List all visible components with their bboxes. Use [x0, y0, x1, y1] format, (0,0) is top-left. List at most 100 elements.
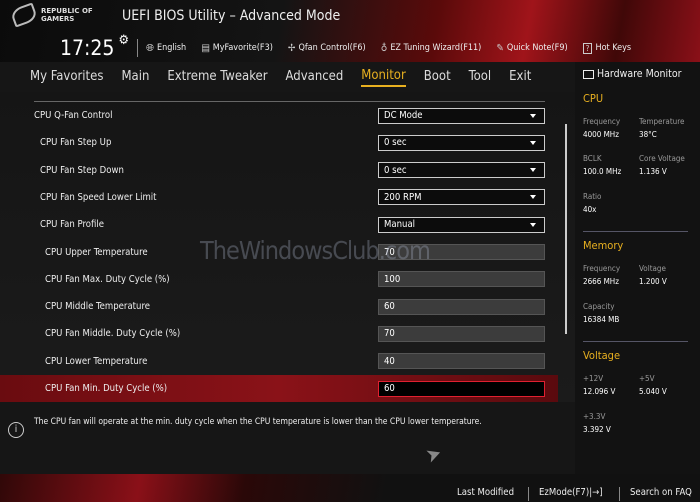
- clock: 17:25: [60, 36, 115, 60]
- label: Qfan Control(F6): [298, 43, 366, 53]
- cpu-temperature-label: Temperature: [639, 117, 685, 126]
- title: Hardware Monitor: [597, 68, 682, 80]
- question-icon: ?: [582, 42, 593, 54]
- info-icon: i: [8, 422, 24, 438]
- setting-value: 100: [384, 273, 401, 285]
- setting-dropdown[interactable]: 0 sec: [378, 162, 545, 179]
- favorite-list-icon: ▤: [201, 42, 210, 54]
- setting-dropdown[interactable]: 0 sec: [378, 134, 545, 151]
- note-icon: ✎: [496, 42, 504, 54]
- setting-row[interactable]: CPU Q-Fan Control DC Mode: [0, 102, 558, 129]
- cpu-frequency: 4000 MHz: [583, 130, 619, 139]
- setting-row[interactable]: CPU Fan Max. Duty Cycle (%) 100: [0, 266, 558, 293]
- setting-value: 0 sec: [384, 137, 407, 149]
- v33: 3.392 V: [583, 425, 611, 434]
- rog-logo: REPUBLIC OF GAMERS: [9, 2, 93, 28]
- toolbar: 17:25 ⚙ 🌐︎ English ▤ MyFavorite(F3) ✢ Qfan …: [56, 33, 700, 62]
- label: EZ Tuning Wizard(F11): [390, 43, 482, 53]
- capacity-label: Capacity: [583, 302, 615, 311]
- v33-label: +3.3V: [583, 412, 606, 421]
- setting-label: CPU Fan Max. Duty Cycle (%): [45, 273, 170, 285]
- help-panel: i The CPU fan will operate at the min. d…: [0, 402, 575, 474]
- tab-extreme-tweaker[interactable]: Extreme Tweaker: [167, 69, 267, 86]
- setting-label: CPU Q-Fan Control: [34, 110, 113, 121]
- setting-label: CPU Fan Step Down: [40, 164, 124, 176]
- setting-input[interactable]: 100: [378, 271, 545, 288]
- setting-dropdown[interactable]: 200 RPM: [378, 189, 545, 206]
- setting-row[interactable]: CPU Fan Min. Duty Cycle (%) 60: [0, 375, 558, 402]
- watermark: TheWindowsClub.com: [200, 236, 431, 265]
- setting-dropdown[interactable]: DC Mode: [378, 107, 545, 124]
- qfan-control-button[interactable]: ✢ Qfan Control(F6): [288, 43, 366, 54]
- setting-input[interactable]: 70: [378, 325, 545, 342]
- setting-value: DC Mode: [384, 110, 423, 121]
- app-title: UEFI BIOS Utility – Advanced Mode: [122, 8, 341, 24]
- setting-input[interactable]: 60: [378, 380, 545, 397]
- label: English: [156, 43, 187, 53]
- memory-heading: Memory: [583, 239, 624, 252]
- setting-row[interactable]: CPU Middle Temperature 60: [0, 293, 558, 320]
- quick-note-button[interactable]: ✎ Quick Note(F9): [496, 43, 567, 54]
- divider: [583, 231, 688, 232]
- setting-row[interactable]: CPU Fan Profile Manual: [0, 211, 558, 238]
- hot-keys-button[interactable]: ? Hot Keys: [582, 42, 632, 54]
- setting-row[interactable]: CPU Fan Step Up 0 sec: [0, 129, 558, 156]
- chevron-down-icon: [530, 140, 536, 145]
- ratio-label: Ratio: [583, 192, 602, 201]
- bclk: 100.0 MHz: [583, 167, 622, 176]
- setting-value: Manual: [384, 219, 416, 231]
- setting-input[interactable]: 40: [378, 353, 545, 370]
- tab-exit[interactable]: Exit: [509, 69, 531, 86]
- setting-label: CPU Lower Temperature: [45, 355, 148, 367]
- tab-tool[interactable]: Tool: [469, 69, 492, 86]
- label: Hot Keys: [595, 43, 632, 53]
- setting-value: 70: [384, 328, 395, 340]
- ratio: 40x: [583, 205, 597, 214]
- scrollbar[interactable]: [565, 124, 567, 334]
- fan-icon: ✢: [287, 42, 296, 54]
- setting-row[interactable]: CPU Fan Speed Lower Limit 200 RPM: [0, 184, 558, 211]
- setting-value: 40: [384, 355, 395, 367]
- monitor-icon: [583, 69, 594, 79]
- v5-label: +5V: [639, 374, 655, 383]
- mem-frequency-label: Frequency: [583, 264, 621, 273]
- tab-monitor[interactable]: Monitor: [361, 68, 406, 87]
- myfavorite-button[interactable]: ▤ MyFavorite(F3): [201, 43, 273, 54]
- label: Quick Note(F9): [506, 43, 568, 53]
- setting-input[interactable]: 60: [378, 298, 545, 315]
- setting-row[interactable]: CPU Lower Temperature 40: [0, 348, 558, 375]
- divider: [583, 341, 688, 342]
- tab-advanced[interactable]: Advanced: [286, 69, 344, 86]
- tab-main[interactable]: Main: [121, 69, 149, 86]
- ezmode-button[interactable]: EzMode(F7)|→]: [539, 487, 603, 498]
- ez-tuning-wizard-button[interactable]: ♁ EZ Tuning Wizard(F11): [381, 43, 482, 54]
- tab-boot[interactable]: Boot: [424, 69, 451, 86]
- label: MyFavorite(F3): [212, 43, 273, 53]
- chevron-down-icon: [530, 222, 536, 227]
- mem-voltage-label: Voltage: [639, 264, 666, 273]
- setting-value: 200 RPM: [384, 191, 422, 203]
- gear-icon[interactable]: ⚙: [118, 33, 129, 48]
- setting-label: CPU Fan Profile: [40, 219, 105, 231]
- chevron-down-icon: [530, 113, 536, 118]
- hardware-monitor-title: Hardware Monitor: [583, 68, 681, 80]
- bclk-label: BCLK: [583, 154, 602, 163]
- tab-my-favorites[interactable]: My Favorites: [30, 69, 103, 86]
- setting-value: 60: [384, 383, 395, 394]
- globe-icon: 🌐︎: [145, 42, 154, 54]
- language-button[interactable]: 🌐︎ English: [146, 43, 186, 54]
- setting-label: CPU Fan Min. Duty Cycle (%): [45, 383, 168, 394]
- setting-dropdown[interactable]: Manual: [378, 216, 545, 233]
- main-tabs: My Favorites Main Extreme Tweaker Advanced M…: [0, 62, 575, 92]
- setting-label: CPU Fan Step Up: [40, 137, 112, 149]
- last-modified-button[interactable]: Last Modified: [457, 487, 514, 498]
- mem-voltage: 1.200 V: [639, 277, 667, 286]
- setting-value: 0 sec: [384, 164, 407, 176]
- cpu-frequency-label: Frequency: [583, 117, 621, 126]
- setting-row[interactable]: CPU Fan Step Down 0 sec: [0, 157, 558, 184]
- hardware-monitor: Hardware Monitor CPU Frequency 4000 MHz …: [575, 62, 700, 474]
- setting-row[interactable]: CPU Fan Middle. Duty Cycle (%) 70: [0, 320, 558, 347]
- setting-label: CPU Fan Middle. Duty Cycle (%): [45, 328, 181, 340]
- search-faq-button[interactable]: Search on FAQ: [630, 487, 692, 498]
- cpu-heading: CPU: [583, 92, 604, 105]
